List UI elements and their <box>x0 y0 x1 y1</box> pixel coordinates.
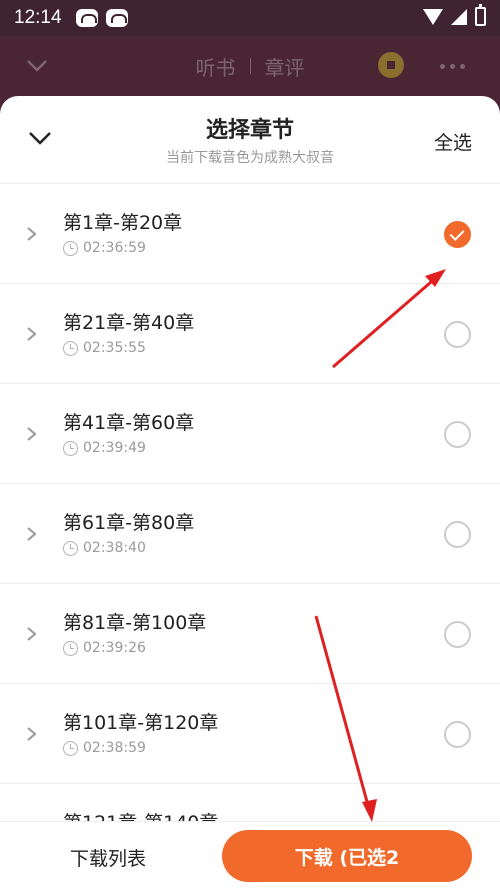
duration-text: 02:35:55 <box>83 340 146 356</box>
chapter-row[interactable]: 第1章-第20章 02:36:59 <box>0 184 500 284</box>
tab-listen[interactable]: 听书 <box>196 52 236 81</box>
app-bar: 听书 章评 <box>0 36 500 96</box>
chapter-duration: 02:38:59 <box>63 740 146 756</box>
duration-text: 02:36:59 <box>83 240 146 256</box>
chapter-row[interactable]: 第101章-第120章 02:38:59 <box>0 684 500 784</box>
chapter-row[interactable]: 第81章-第100章 02:39:26 <box>0 584 500 684</box>
chapter-row[interactable]: 第61章-第80章 02:38:40 <box>0 484 500 584</box>
clock-icon <box>63 540 78 556</box>
chapter-duration: 02:38:40 <box>63 540 146 556</box>
duration-text: 02:38:40 <box>83 540 146 556</box>
app-notification-icon <box>105 9 128 27</box>
chapter-title: 第41章-第60章 <box>63 412 195 434</box>
chapter-duration: 02:36:59 <box>63 240 146 256</box>
chapter-list: 第1章-第20章 02:36:59 第21章-第40章 02:35:55 第41… <box>0 184 500 884</box>
sheet-header: 选择章节 当前下载音色为成熟大叔音 全选 <box>0 96 500 184</box>
chapter-title: 第81章-第100章 <box>63 612 207 634</box>
chevron-right-icon[interactable] <box>26 726 38 742</box>
download-list-button[interactable]: 下载列表 <box>70 844 146 871</box>
clock-icon <box>63 740 78 756</box>
chapter-title: 第61章-第80章 <box>63 512 195 534</box>
sheet-subtitle: 当前下载音色为成熟大叔音 <box>166 150 334 166</box>
duration-text: 02:39:26 <box>83 640 146 656</box>
clock-icon <box>63 340 78 356</box>
chevron-down-icon[interactable] <box>26 54 48 76</box>
wifi-icon <box>423 8 443 25</box>
battery-icon <box>475 4 486 26</box>
duration-text: 02:38:59 <box>83 740 146 756</box>
chapter-row[interactable]: 第21章-第40章 02:35:55 <box>0 284 500 384</box>
coin-icon[interactable] <box>378 52 404 78</box>
chapter-title: 第21章-第40章 <box>63 312 195 334</box>
clock-icon <box>63 240 78 256</box>
chevron-right-icon[interactable] <box>26 326 38 342</box>
status-bar: 12:14 <box>0 0 500 36</box>
chapter-duration: 02:39:26 <box>63 640 146 656</box>
chevron-right-icon[interactable] <box>26 426 38 442</box>
chapter-row[interactable]: 第41章-第60章 02:39:49 <box>0 384 500 484</box>
sheet-title: 选择章节 <box>205 118 294 143</box>
signal-icon <box>451 8 467 25</box>
status-time: 12:14 <box>14 7 62 28</box>
chapter-title: 第1章-第20章 <box>63 212 183 234</box>
download-button[interactable]: 下载 (已选2 <box>222 830 472 882</box>
clock-icon <box>63 640 78 656</box>
chevron-right-icon[interactable] <box>26 626 38 642</box>
tab-review[interactable]: 章评 <box>265 52 305 81</box>
chapter-checkbox[interactable] <box>444 421 471 448</box>
chapter-checkbox[interactable] <box>444 321 471 348</box>
chapter-duration: 02:39:49 <box>63 440 146 456</box>
chevron-right-icon[interactable] <box>26 226 38 242</box>
chapter-checkbox[interactable] <box>444 621 471 648</box>
chapter-duration: 02:35:55 <box>63 340 146 356</box>
more-icon[interactable] <box>440 64 465 69</box>
chapter-title: 第101章-第120章 <box>63 712 219 734</box>
chapter-checkbox[interactable] <box>444 721 471 748</box>
sheet-footer: 下载列表 下载 (已选2 <box>0 821 500 890</box>
duration-text: 02:39:49 <box>83 440 146 456</box>
app-notification-icon <box>75 9 98 27</box>
clock-icon <box>63 440 78 456</box>
chevron-right-icon[interactable] <box>26 526 38 542</box>
select-all-button[interactable]: 全选 <box>434 128 472 155</box>
tab-divider <box>249 58 251 74</box>
chapter-select-sheet: 选择章节 当前下载音色为成熟大叔音 全选 第1章-第20章 02:36:59 第… <box>0 96 500 890</box>
chapter-checkbox-checked[interactable] <box>444 221 471 248</box>
chapter-checkbox[interactable] <box>444 521 471 548</box>
